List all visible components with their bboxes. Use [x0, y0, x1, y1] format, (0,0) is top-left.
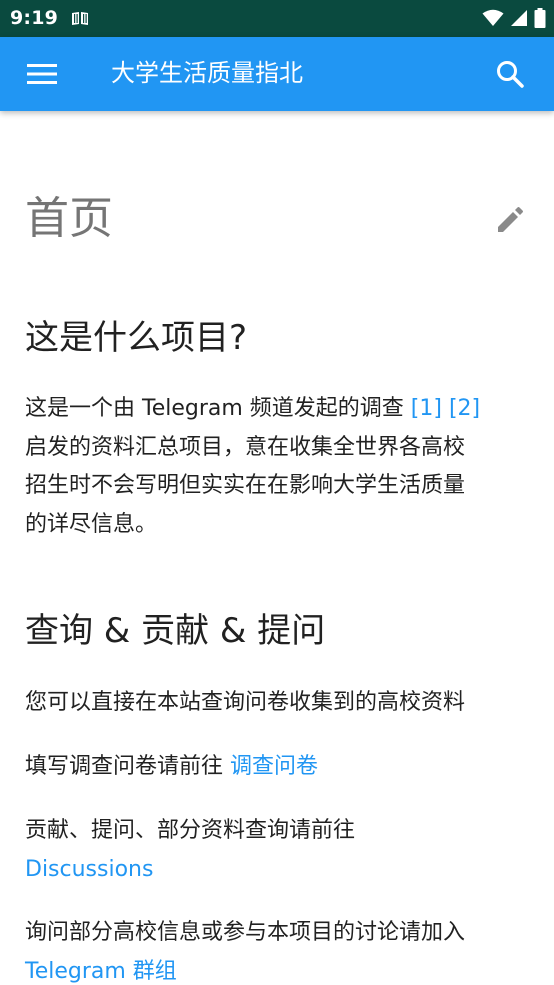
ref-link-1[interactable]: [1]	[411, 396, 442, 421]
about-text-4: 的详尽信息。	[25, 511, 158, 537]
section-heading-query: 查询 & 贡献 & 提问	[25, 611, 326, 651]
telegram-text: 询问部分高校信息或参与本项目的讨论请加入	[25, 920, 466, 945]
wifi-icon	[482, 9, 504, 27]
hamburger-menu-icon[interactable]	[22, 56, 62, 92]
pencil-icon[interactable]	[493, 201, 529, 237]
status-bar: 9:19	[0, 0, 554, 37]
page-title: 首页	[25, 193, 113, 244]
search-icon[interactable]	[492, 56, 528, 92]
status-icons	[482, 6, 546, 30]
about-text-1: 这是一个由 Telegram 频道发起的调查	[25, 396, 411, 421]
query-paragraph-3: 贡献、提问、部分资料查询请前往 Discussions	[25, 812, 530, 889]
about-text-3: 招生时不会写明但实实在在影响大学生活质量	[25, 473, 466, 498]
discussions-link[interactable]: Discussions	[25, 857, 153, 882]
telegram-group-link[interactable]: Telegram 群组	[25, 959, 177, 984]
about-paragraph: 这是一个由 Telegram 频道发起的调查 [1] [2] 启发的资料汇总项目…	[25, 390, 530, 544]
section-heading-about: 这是什么项目?	[25, 318, 248, 358]
screen: 9:19 大学生活质量指北 首页 这是什么项目? 这是一个由 Telegram …	[0, 0, 554, 985]
app-title: 大学生活质量指北	[111, 59, 303, 87]
status-time: 9:19	[10, 7, 59, 29]
query-paragraph-4: 询问部分高校信息或参与本项目的讨论请加入 Telegram 群组	[25, 914, 530, 985]
survey-text: 填写调查问卷请前往	[25, 754, 230, 779]
query-paragraph-1: 您可以直接在本站查询问卷收集到的高校资料	[25, 690, 466, 715]
discussions-text: 贡献、提问、部分资料查询请前往	[25, 818, 356, 843]
book-notification-icon	[71, 9, 89, 27]
battery-icon	[534, 8, 546, 28]
query-paragraph-2: 填写调查问卷请前往 调查问卷	[25, 748, 530, 787]
about-text-2: 启发的资料汇总项目，意在收集全世界各高校	[25, 434, 466, 460]
signal-icon	[510, 9, 528, 27]
survey-link[interactable]: 调查问卷	[230, 754, 318, 779]
app-bar: 大学生活质量指北	[0, 37, 554, 111]
ref-link-2[interactable]: [2]	[449, 396, 480, 421]
